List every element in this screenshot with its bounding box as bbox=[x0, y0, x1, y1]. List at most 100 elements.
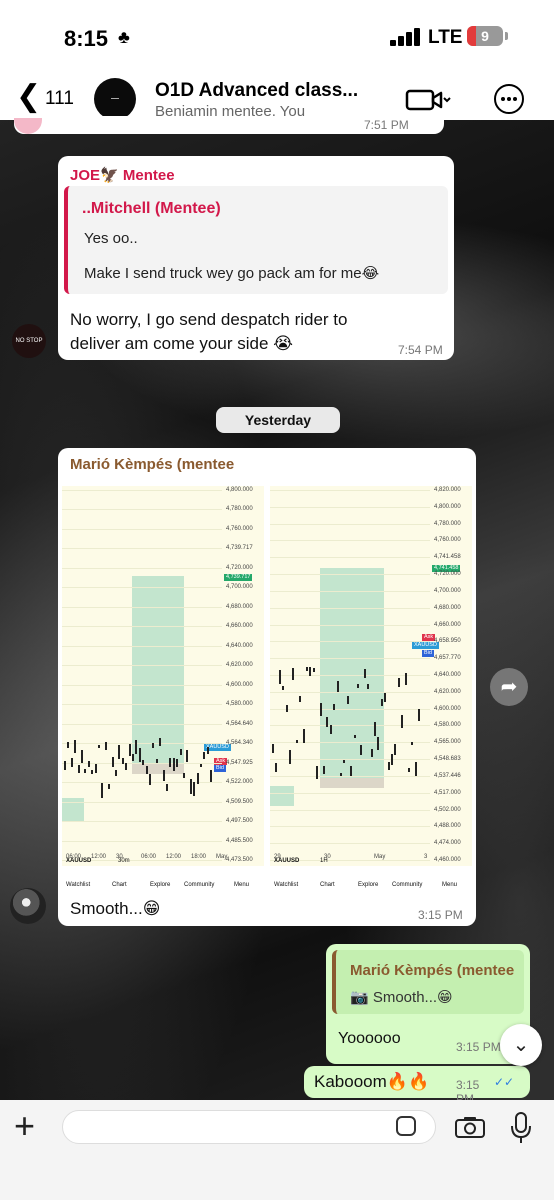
symbol-label[interactable]: XAUUSD bbox=[66, 858, 91, 864]
price-candle bbox=[183, 773, 185, 778]
forward-share-icon[interactable]: ➦ bbox=[490, 668, 528, 706]
watchlist-tab[interactable]: Watchlist bbox=[66, 882, 90, 888]
target-price-tag: 4,739.717 bbox=[224, 574, 253, 581]
chart-screenshot-30m[interactable]: 4,739.717 XAUUSD Ask Bid 4,800.000 4,780.… bbox=[62, 476, 264, 894]
chart-gridline bbox=[62, 606, 222, 608]
price-candle bbox=[295, 739, 298, 744]
sticker-icon[interactable] bbox=[396, 1116, 416, 1136]
community-tab[interactable]: Community bbox=[184, 882, 214, 888]
focus-icon: ♣ bbox=[118, 27, 130, 47]
price-candle bbox=[374, 721, 376, 736]
price-candle bbox=[404, 673, 407, 685]
chart-plot-area: 4,741.458 XAUUSD Ask Bid 4,820.000 4,800.… bbox=[270, 486, 472, 866]
group-avatar[interactable] bbox=[94, 78, 136, 120]
chart-tab[interactable]: Chart bbox=[320, 882, 335, 888]
chart-screenshot-1h[interactable]: 4,741.458 XAUUSD Ask Bid 4,820.000 4,800.… bbox=[270, 476, 472, 894]
price-tick-label: 4,640.000 bbox=[226, 642, 253, 649]
watchlist-tab[interactable]: Watchlist bbox=[274, 882, 298, 888]
time-tick-label: May bbox=[374, 854, 386, 860]
menu-tab[interactable]: Menu bbox=[442, 882, 457, 888]
sender-avatar-joe[interactable]: NO STOP WITHOUT RISK bbox=[12, 324, 46, 358]
attach-plus-icon[interactable]: + bbox=[14, 1108, 35, 1144]
back-unread-count[interactable]: 111 bbox=[45, 88, 74, 110]
price-tick-label: 4,497.500 bbox=[226, 818, 253, 825]
price-tick-label: 4,548.683 bbox=[434, 756, 461, 763]
sender-avatar-mario[interactable] bbox=[10, 888, 46, 924]
price-candle bbox=[340, 772, 342, 776]
chart-gridline bbox=[62, 821, 222, 823]
chart-gridline bbox=[270, 641, 430, 643]
chat-title[interactable]: O1D Advanced class... bbox=[155, 80, 358, 102]
price-candle bbox=[275, 762, 278, 773]
chart-gridline bbox=[270, 826, 430, 828]
time-tick-label: 12:00 bbox=[91, 854, 107, 860]
menu-tab[interactable]: Menu bbox=[234, 882, 249, 888]
status-time: 8:15 bbox=[64, 26, 109, 51]
quoted-text-line: Make I send truck wey go pack am for me😂 bbox=[84, 265, 380, 282]
price-candle bbox=[115, 769, 117, 776]
price-candle bbox=[401, 715, 404, 728]
price-candle bbox=[394, 743, 397, 755]
price-candle bbox=[94, 764, 97, 773]
outgoing-bubble-tail bbox=[430, 1066, 530, 1098]
chart-gridline bbox=[270, 809, 430, 811]
message-time: 7:51 PM bbox=[364, 118, 409, 132]
price-tick-label: 4,580.000 bbox=[226, 701, 253, 708]
chat-header: ❮ 111 O1D Advanced class... Benjamin men… bbox=[0, 76, 554, 120]
chart-plot-area: 4,739.717 XAUUSD Ask Bid 4,800.000 4,780.… bbox=[62, 486, 264, 866]
price-candle bbox=[272, 743, 274, 754]
chart-gridline bbox=[62, 626, 222, 628]
chart-gridline bbox=[62, 723, 222, 725]
outgoing-message-bubble[interactable]: Kabooom🔥🔥 3:15 PM ✓✓ bbox=[304, 1066, 514, 1106]
take-profit-zone bbox=[320, 568, 384, 778]
chart-app-toolbar: XAUUSD 1H Watchlist Chart Explore Commun… bbox=[270, 858, 472, 894]
message-bubble-joe[interactable]: JOE🦅 Mentee ..Mitchell (Mentee) Yes oo..… bbox=[58, 156, 454, 360]
price-candle bbox=[333, 703, 336, 711]
chart-gridline bbox=[270, 691, 430, 693]
price-tick-label: 4,760.000 bbox=[434, 537, 461, 544]
quoted-reply[interactable]: ..Mitchell (Mentee) Yes oo.. Make I send… bbox=[64, 186, 448, 294]
message-bubble-mario[interactable]: Marió Kèmpés (mentee 4,739.717 XAUUSD As… bbox=[58, 448, 476, 926]
price-candle bbox=[132, 753, 134, 761]
price-candle bbox=[111, 756, 114, 767]
price-tick-label: 4,660.000 bbox=[226, 623, 253, 630]
price-candle bbox=[299, 695, 302, 703]
signal-icon bbox=[390, 28, 422, 46]
quoted-reply[interactable]: Marió Kèmpés (mentee 📷 Smooth...😁 bbox=[332, 950, 524, 1014]
price-candle bbox=[329, 725, 332, 735]
explore-tab[interactable]: Explore bbox=[358, 882, 378, 888]
sender-name[interactable]: JOE🦅 Mentee bbox=[70, 166, 175, 184]
message-input[interactable] bbox=[62, 1110, 436, 1144]
sender-name[interactable]: Marió Kèmpés (mentee bbox=[70, 456, 234, 473]
chart-tab[interactable]: Chart bbox=[112, 882, 127, 888]
community-tab[interactable]: Community bbox=[392, 882, 422, 888]
quoted-text-line: Yes oo.. bbox=[84, 230, 138, 247]
back-icon[interactable]: ❮ bbox=[16, 82, 41, 112]
price-candle bbox=[377, 736, 380, 750]
price-tick-label: 4,658.950 bbox=[434, 638, 461, 645]
previous-message-bubble[interactable]: 7:51 PM bbox=[14, 116, 444, 134]
price-tick-label: 4,600.000 bbox=[434, 705, 461, 712]
chart-gridline bbox=[62, 684, 222, 686]
price-tick-label: 4,680.000 bbox=[226, 603, 253, 610]
microphone-icon[interactable] bbox=[510, 1112, 532, 1144]
price-tick-label: 4,580.000 bbox=[434, 722, 461, 729]
price-tick-label: 4,473.500 bbox=[226, 857, 253, 863]
chart-gridline bbox=[62, 665, 222, 667]
price-tick-label: 4,502.000 bbox=[434, 806, 461, 813]
timeframe-label[interactable]: 30m bbox=[118, 858, 130, 864]
price-candle bbox=[285, 705, 288, 712]
symbol-label[interactable]: XAUUSD bbox=[274, 858, 299, 864]
camera-icon[interactable] bbox=[455, 1116, 485, 1138]
explore-tab[interactable]: Explore bbox=[150, 882, 170, 888]
more-options-icon[interactable] bbox=[494, 84, 524, 114]
price-candle bbox=[169, 757, 172, 767]
scroll-down-icon[interactable]: ⌄ bbox=[500, 1024, 542, 1066]
video-call-icon[interactable] bbox=[405, 88, 451, 112]
price-tick-label: 4,700.000 bbox=[226, 584, 253, 591]
price-candle bbox=[302, 728, 305, 744]
battery-level: 9 bbox=[481, 28, 489, 44]
timeframe-label[interactable]: 1H bbox=[320, 858, 328, 864]
time-tick-label: 06:00 bbox=[141, 854, 157, 860]
price-candle bbox=[203, 752, 206, 760]
